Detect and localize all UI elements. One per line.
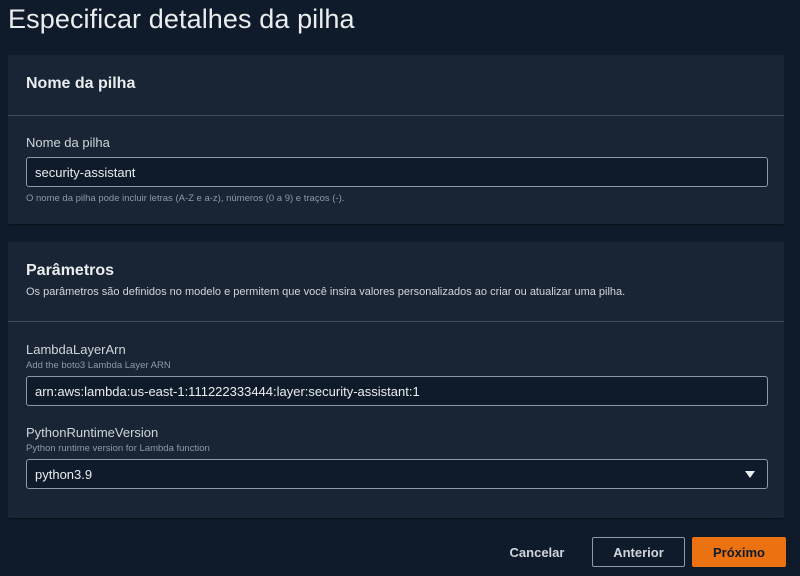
python-runtime-label: PythonRuntimeVersion xyxy=(26,425,159,440)
stack-name-heading: Nome da pilha xyxy=(26,75,136,92)
stack-name-container: Nome da pilha Nome da pilha O nome da pi… xyxy=(8,55,784,224)
python-runtime-select[interactable]: python3.9 xyxy=(26,459,768,489)
parameters-heading: Parâmetros xyxy=(26,262,115,279)
next-button[interactable]: Próximo xyxy=(692,537,786,567)
lambda-layer-input[interactable] xyxy=(26,376,768,406)
stack-name-input[interactable] xyxy=(26,157,768,187)
python-runtime-description: Python runtime version for Lambda functi… xyxy=(26,443,210,454)
lambda-layer-description: Add the boto3 Lambda Layer ARN xyxy=(26,360,171,371)
stack-name-header: Nome da pilha xyxy=(8,55,784,116)
python-runtime-field: PythonRuntimeVersion Python runtime vers… xyxy=(26,425,768,489)
caret-down-icon xyxy=(745,470,755,478)
parameters-container: Parâmetros Os parâmetros são definidos n… xyxy=(8,242,784,518)
parameters-header: Parâmetros Os parâmetros são definidos n… xyxy=(8,242,784,322)
page-title: Especificar detalhes da pilha xyxy=(8,4,355,34)
stack-name-body: Nome da pilha O nome da pilha pode inclu… xyxy=(8,116,784,204)
parameters-body: LambdaLayerArn Add the boto3 Lambda Laye… xyxy=(8,322,784,489)
stack-name-hint: O nome da pilha pode incluir letras (A-Z… xyxy=(26,193,345,204)
cancel-button[interactable]: Cancelar xyxy=(500,537,574,567)
stack-name-label: Nome da pilha xyxy=(26,135,110,150)
python-runtime-selected: python3.9 xyxy=(35,466,93,482)
parameters-description: Os parâmetros são definidos no modelo e … xyxy=(26,286,626,298)
lambda-layer-label: LambdaLayerArn xyxy=(26,342,126,357)
page: Especificar detalhes da pilha Nome da pi… xyxy=(0,0,800,576)
lambda-layer-field: LambdaLayerArn Add the boto3 Lambda Laye… xyxy=(26,342,768,406)
previous-button[interactable]: Anterior xyxy=(592,537,685,567)
